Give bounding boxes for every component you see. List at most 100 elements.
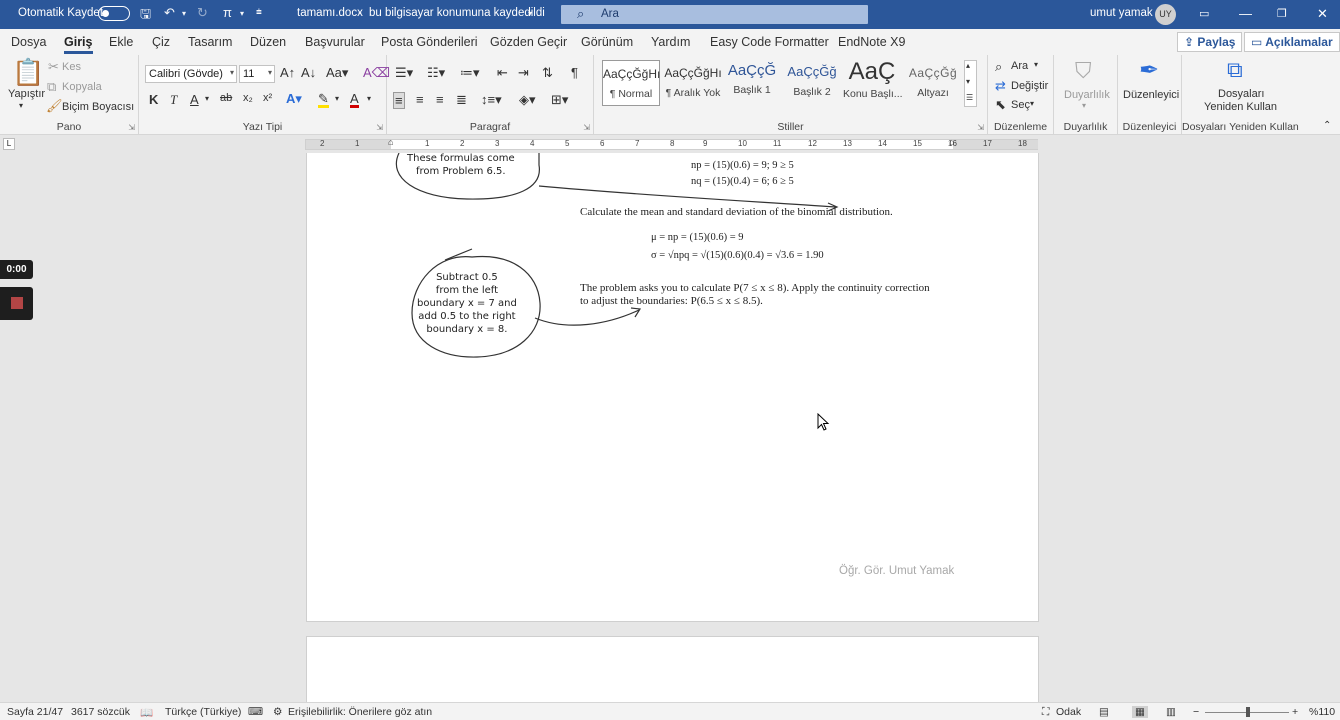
align-left-icon[interactable]: ≡ bbox=[393, 92, 405, 109]
sort-icon[interactable]: ⇅ bbox=[542, 66, 553, 79]
style-title[interactable]: AaÇ Konu Başlı... bbox=[843, 58, 903, 106]
comments-button[interactable]: ▭ Açıklamalar bbox=[1244, 32, 1340, 52]
find-icon[interactable]: ⌕ bbox=[995, 60, 1002, 73]
justify-icon[interactable]: ≣ bbox=[456, 93, 467, 106]
ribbon-display-icon[interactable]: ▭ bbox=[1199, 7, 1209, 20]
tab-tasarim[interactable]: Tasarım bbox=[188, 35, 232, 49]
sensitivity-icon[interactable]: ⛉ bbox=[1075, 60, 1092, 82]
find-dropdown-icon[interactable]: ▾ bbox=[1034, 60, 1038, 69]
read-mode-icon[interactable]: ▤ bbox=[1099, 706, 1109, 718]
tab-posta-gonderileri[interactable]: Posta Gönderileri bbox=[381, 35, 478, 49]
clear-formatting-icon[interactable]: A⌫ bbox=[363, 66, 390, 79]
equation-dropdown-icon[interactable]: ▾ bbox=[240, 9, 244, 18]
undo-dropdown-icon[interactable]: ▾ bbox=[182, 9, 186, 18]
save-icon[interactable]: 🖫 bbox=[140, 5, 151, 27]
font-color-dropdown-icon[interactable]: ▾ bbox=[367, 95, 371, 103]
minimize-icon[interactable]: — bbox=[1239, 6, 1252, 21]
font-family-select[interactable]: Calibri (Gövde) ▾ bbox=[145, 65, 237, 83]
user-name[interactable]: umut yamak bbox=[1090, 7, 1153, 19]
paste-icon[interactable]: 📋 bbox=[12, 59, 44, 85]
font-launcher-icon[interactable]: ⇲ bbox=[376, 123, 383, 132]
text-effects-icon[interactable]: A▾ bbox=[286, 92, 302, 105]
proofing-icon[interactable]: 📖 bbox=[140, 706, 153, 719]
restore-icon[interactable]: ❐ bbox=[1277, 7, 1287, 20]
tab-gozden-gecir[interactable]: Gözden Geçir bbox=[490, 35, 567, 49]
underline-icon[interactable]: A bbox=[190, 93, 199, 106]
italic-icon[interactable]: T bbox=[170, 93, 177, 106]
focus-icon[interactable]: ⛶ bbox=[1042, 706, 1049, 719]
grow-font-icon[interactable]: A↑ bbox=[280, 66, 295, 79]
font-color-icon[interactable]: A bbox=[350, 92, 359, 108]
increase-indent-icon[interactable]: ⇥ bbox=[518, 66, 529, 79]
equation-icon[interactable]: π bbox=[223, 5, 232, 20]
right-indent-marker-icon[interactable]: ⌂ bbox=[949, 137, 954, 147]
autosave-toggle[interactable] bbox=[98, 6, 130, 21]
indent-marker-icon[interactable]: ⌂ bbox=[388, 137, 393, 147]
document-page[interactable]: These formulas come from Problem 6.5. np… bbox=[306, 153, 1039, 622]
multilevel-list-icon[interactable]: ≔▾ bbox=[460, 66, 480, 79]
scroll-up-icon[interactable]: ▴ bbox=[966, 62, 970, 70]
shading-icon[interactable]: ◈▾ bbox=[519, 93, 536, 106]
editor-button-label[interactable]: Düzenleyici bbox=[1123, 89, 1179, 101]
line-spacing-icon[interactable]: ↕≡▾ bbox=[481, 93, 502, 106]
select-icon[interactable]: ⬉ bbox=[995, 98, 1006, 111]
cut-icon[interactable]: ✂ bbox=[48, 60, 59, 73]
cut-label[interactable]: Kes bbox=[62, 61, 81, 73]
styles-launcher-icon[interactable]: ⇲ bbox=[977, 123, 984, 132]
decrease-indent-icon[interactable]: ⇤ bbox=[497, 66, 508, 79]
tab-basvurular[interactable]: Başvurular bbox=[305, 35, 365, 49]
zoom-in-icon[interactable]: + bbox=[1292, 706, 1298, 718]
accessibility-icon[interactable]: ⚙ bbox=[273, 706, 282, 718]
search-box[interactable]: ⌕ Ara bbox=[561, 5, 868, 24]
focus-mode-label[interactable]: Odak bbox=[1056, 706, 1081, 718]
text-predictions-icon[interactable]: ⌨ bbox=[248, 706, 263, 718]
record-button[interactable] bbox=[0, 287, 33, 320]
subscript-icon[interactable]: x₂ bbox=[243, 93, 253, 104]
print-layout-icon[interactable]: ▦ bbox=[1132, 706, 1148, 718]
reuse-files-icon[interactable]: ⧉ bbox=[1227, 59, 1243, 81]
close-icon[interactable]: ✕ bbox=[1317, 6, 1328, 22]
align-right-icon[interactable]: ≡ bbox=[436, 93, 444, 106]
format-painter-icon[interactable]: 🖌 bbox=[46, 99, 63, 112]
zoom-level[interactable]: %110 bbox=[1309, 706, 1335, 718]
tab-selector-icon[interactable]: L bbox=[3, 138, 15, 150]
clipboard-launcher-icon[interactable]: ⇲ bbox=[128, 123, 135, 132]
replace-icon[interactable]: ⇄ bbox=[995, 79, 1006, 92]
save-status-dropdown-icon[interactable]: ▾ bbox=[528, 9, 532, 18]
redo-icon[interactable]: ↻ bbox=[197, 5, 208, 21]
format-painter-label[interactable]: Biçim Boyacısı bbox=[62, 101, 134, 113]
strikethrough-icon[interactable]: ab bbox=[220, 93, 232, 104]
style-heading-1[interactable]: AaÇçĞ Başlık 1 bbox=[725, 60, 779, 106]
tab-ciz[interactable]: Çiz bbox=[152, 35, 170, 49]
more-styles-icon[interactable]: ☰ bbox=[966, 94, 973, 102]
underline-dropdown-icon[interactable]: ▾ bbox=[205, 95, 209, 103]
reuse-files-label-line2[interactable]: Yeniden Kullan bbox=[1204, 101, 1277, 113]
page-count[interactable]: Sayfa 21/47 bbox=[7, 706, 63, 718]
undo-icon[interactable]: ↶ bbox=[164, 5, 175, 21]
share-button[interactable]: ⇪ Paylaş bbox=[1177, 32, 1243, 52]
next-page[interactable] bbox=[306, 636, 1039, 702]
superscript-icon[interactable]: x² bbox=[263, 93, 272, 104]
collapse-ribbon-icon[interactable]: ⌃ bbox=[1323, 121, 1331, 131]
tab-duzen[interactable]: Düzen bbox=[250, 35, 286, 49]
editor-icon[interactable]: ✒ bbox=[1139, 59, 1159, 83]
highlight-dropdown-icon[interactable]: ▾ bbox=[335, 95, 339, 103]
tab-easy-code-formatter[interactable]: Easy Code Formatter bbox=[710, 35, 829, 49]
bullets-icon[interactable]: ☰▾ bbox=[395, 66, 413, 79]
copy-label[interactable]: Kopyala bbox=[62, 81, 102, 93]
language-indicator[interactable]: Türkçe (Türkiye) bbox=[165, 706, 241, 718]
change-case-icon[interactable]: Aa▾ bbox=[326, 66, 348, 79]
scroll-down-icon[interactable]: ▾ bbox=[966, 78, 970, 86]
style-heading-2[interactable]: AaÇçĞğ Başlık 2 bbox=[784, 60, 840, 106]
sensitivity-dropdown-icon[interactable]: ▾ bbox=[1082, 101, 1086, 110]
numbering-icon[interactable]: ☷▾ bbox=[427, 66, 445, 79]
style-normal[interactable]: AaÇçĞğHı ¶ Normal bbox=[602, 60, 660, 106]
avatar[interactable]: UY bbox=[1155, 4, 1176, 25]
shrink-font-icon[interactable]: A↓ bbox=[301, 66, 316, 79]
zoom-out-icon[interactable]: − bbox=[1193, 706, 1199, 718]
bold-icon[interactable]: K bbox=[149, 93, 158, 106]
zoom-slider-thumb[interactable] bbox=[1246, 707, 1250, 717]
paste-button-label[interactable]: Yapıştır bbox=[8, 88, 45, 100]
accessibility-status[interactable]: Erişilebilirlik: Önerilere göz atın bbox=[288, 706, 432, 718]
find-label[interactable]: Ara bbox=[1011, 60, 1028, 72]
